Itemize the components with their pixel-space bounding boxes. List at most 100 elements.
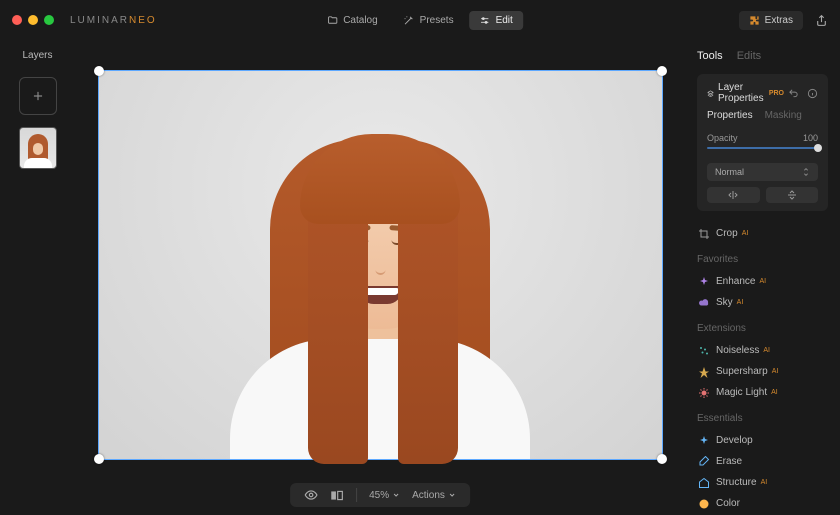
ai-badge: AI [771, 389, 778, 396]
layer-properties-subtabs: Properties Masking [707, 110, 818, 121]
extras-label: Extras [765, 15, 793, 26]
panel-tabs: Tools Edits [697, 50, 828, 62]
wand-icon [404, 15, 415, 26]
section-favorites: Favorites [697, 254, 828, 265]
tool-label: Supersharp [716, 366, 768, 377]
tool-label: Sky [716, 297, 733, 308]
mode-switcher: Catalog Presets Edit [317, 11, 523, 30]
image-content [190, 99, 570, 459]
tool-supersharp[interactable]: Supersharp AI [697, 361, 828, 382]
zoom-value: 45% [369, 490, 389, 501]
tool-label: Enhance [716, 276, 755, 287]
presets-tab[interactable]: Presets [394, 11, 464, 30]
right-panel: Tools Edits Layer Properties PRO Propert… [685, 40, 840, 515]
visibility-toggle[interactable] [304, 488, 318, 502]
tool-list: Crop AI Favorites Enhance AI Sky AI Exte… [697, 223, 828, 515]
layer-properties-header: Layer Properties PRO [707, 82, 818, 104]
add-layer-button[interactable] [19, 77, 57, 115]
flip-vertical-button[interactable] [766, 187, 819, 203]
light-icon [697, 386, 710, 399]
transform-handle-bottom-left[interactable] [94, 454, 104, 464]
maximize-window-button[interactable] [44, 15, 54, 25]
subtab-properties[interactable]: Properties [707, 110, 753, 121]
compare-toggle[interactable] [330, 490, 344, 501]
window-controls [12, 15, 54, 25]
app-brand: LUMINARNEO [70, 15, 157, 26]
share-button[interactable] [815, 14, 828, 27]
undo-icon [788, 88, 799, 99]
tool-enhance[interactable]: Enhance AI [697, 271, 828, 292]
tool-magic-light[interactable]: Magic Light AI [697, 382, 828, 403]
erase-icon [697, 455, 710, 468]
presets-label: Presets [420, 15, 454, 26]
reset-button[interactable] [788, 88, 799, 99]
minimize-window-button[interactable] [28, 15, 38, 25]
canvas-toolbar: 45% Actions [290, 483, 470, 507]
extras-button[interactable]: Extras [739, 11, 803, 30]
transform-handle-top-left[interactable] [94, 66, 104, 76]
chevron-down-icon [392, 491, 400, 499]
main-content: Layers [0, 40, 840, 515]
opacity-label: Opacity [707, 133, 738, 143]
sharp-icon [697, 365, 710, 378]
compare-icon [330, 490, 344, 501]
transform-handle-top-right[interactable] [657, 66, 667, 76]
section-extensions: Extensions [697, 323, 828, 334]
tool-develop[interactable]: Develop [697, 430, 828, 451]
tool-structure[interactable]: Structure AI [697, 472, 828, 493]
blend-mode-value: Normal [715, 167, 744, 177]
slider-knob[interactable] [814, 144, 822, 152]
top-right-controls: Extras [739, 11, 828, 30]
opacity-slider[interactable] [707, 147, 818, 149]
layer-thumbnail[interactable] [19, 127, 57, 169]
tool-sky[interactable]: Sky AI [697, 292, 828, 313]
subtab-masking[interactable]: Masking [765, 110, 802, 121]
canvas-area: 45% Actions [75, 40, 685, 515]
flip-horizontal-button[interactable] [707, 187, 760, 203]
crop-icon [697, 227, 710, 240]
actions-label: Actions [412, 490, 445, 501]
transform-handle-bottom-right[interactable] [657, 454, 667, 464]
ai-badge: AI [763, 347, 770, 354]
structure-icon [697, 476, 710, 489]
cloud-icon [697, 296, 710, 309]
sparkle-icon [697, 275, 710, 288]
top-bar: LUMINARNEO Catalog Presets Edit Extras [0, 0, 840, 40]
puzzle-icon [749, 15, 760, 26]
section-essentials: Essentials [697, 413, 828, 424]
info-icon [807, 88, 818, 99]
edit-label: Edit [496, 15, 513, 26]
flip-vertical-icon [787, 189, 797, 201]
ai-badge: AI [742, 230, 749, 237]
layer-properties-title: Layer Properties [718, 82, 765, 104]
tool-noiseless[interactable]: Noiseless AI [697, 340, 828, 361]
flip-horizontal-icon [727, 190, 739, 200]
info-button[interactable] [807, 88, 818, 99]
layers-panel-title: Layers [22, 50, 52, 61]
ai-badge: AI [761, 479, 768, 486]
layers-panel: Layers [0, 40, 75, 515]
pro-badge: PRO [769, 90, 784, 97]
layer-properties-panel: Layer Properties PRO Properties Masking … [697, 74, 828, 211]
tab-edits[interactable]: Edits [737, 50, 761, 62]
edit-tab[interactable]: Edit [470, 11, 523, 30]
tool-erase[interactable]: Erase [697, 451, 828, 472]
dropdown-arrows-icon [802, 167, 810, 177]
catalog-tab[interactable]: Catalog [317, 11, 387, 30]
eye-icon [304, 488, 318, 502]
tab-tools[interactable]: Tools [697, 50, 723, 62]
image-canvas[interactable] [98, 70, 663, 460]
tool-label: Erase [716, 456, 742, 467]
close-window-button[interactable] [12, 15, 22, 25]
plus-icon [31, 89, 45, 103]
opacity-value: 100 [803, 133, 818, 143]
tool-crop[interactable]: Crop AI [697, 223, 828, 244]
noise-icon [697, 344, 710, 357]
sliders-icon [480, 15, 491, 26]
tool-label: Noiseless [716, 345, 759, 356]
blend-mode-select[interactable]: Normal [707, 163, 818, 181]
zoom-dropdown[interactable]: 45% [369, 490, 400, 501]
tool-label: Magic Light [716, 387, 767, 398]
tool-color[interactable]: Color [697, 493, 828, 514]
actions-dropdown[interactable]: Actions [412, 490, 456, 501]
